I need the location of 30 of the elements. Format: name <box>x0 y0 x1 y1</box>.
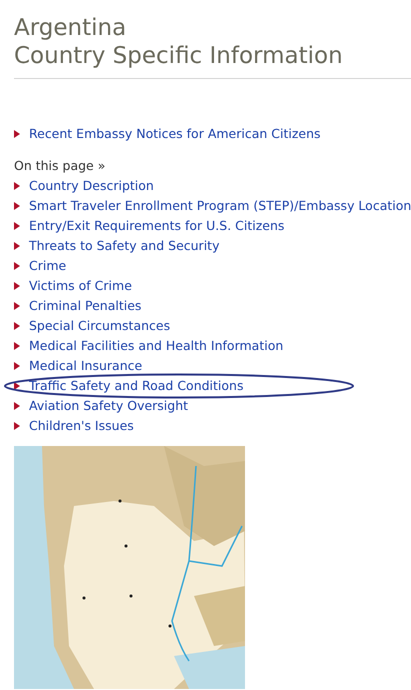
page-link[interactable]: Crime <box>29 256 66 276</box>
bullet-icon <box>14 242 20 250</box>
page-link[interactable]: Children's Issues <box>29 416 134 436</box>
bullet-icon <box>14 382 20 390</box>
page-title: Country Specific Information <box>14 42 344 70</box>
page-link[interactable]: Special Circumstances <box>29 316 170 336</box>
section-label: On this page » <box>14 157 106 175</box>
page-link[interactable]: Medical Facilities and Health Information <box>29 336 284 356</box>
page-link[interactable]: Entry/Exit Requirements for U.S. Citizens <box>29 216 284 236</box>
page-link[interactable]: Threats to Safety and Security <box>29 236 220 256</box>
page-link[interactable]: Victims of Crime <box>29 276 132 296</box>
page-link[interactable]: Country Description <box>29 176 154 196</box>
bullet-icon <box>14 422 20 430</box>
bullet-icon <box>14 130 20 138</box>
bullet-icon <box>14 262 20 270</box>
bullet-icon <box>14 342 20 350</box>
page-link[interactable]: Recent Embassy Notices for American Citizens <box>29 124 321 144</box>
bullet-icon <box>14 362 20 370</box>
page-link[interactable]: Aviation Safety Oversight <box>29 396 188 416</box>
bullet-icon <box>14 302 20 310</box>
bullet-icon <box>14 202 20 210</box>
bullet-icon <box>14 322 20 330</box>
bullet-icon <box>14 282 20 290</box>
page-title: Argentina <box>14 14 128 42</box>
bullet-icon <box>14 402 20 410</box>
page-link[interactable]: Criminal Penalties <box>29 296 142 316</box>
page-link[interactable]: Medical Insurance <box>29 356 142 376</box>
bullet-icon <box>14 222 20 230</box>
bullet-icon <box>14 182 20 190</box>
page-link[interactable]: Smart Traveler Enrollment Program (STEP)/Embassy Location <box>29 196 411 216</box>
